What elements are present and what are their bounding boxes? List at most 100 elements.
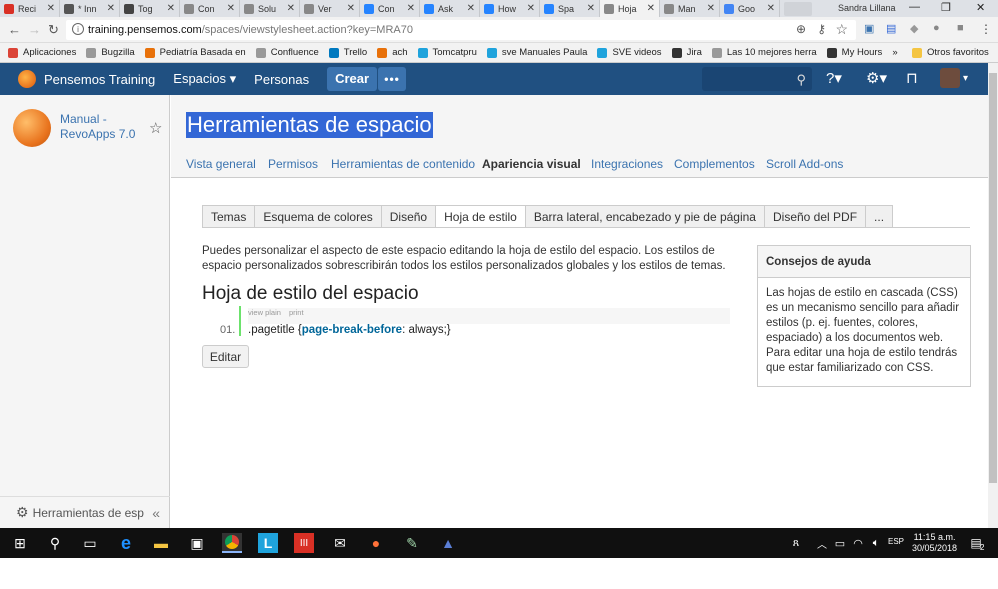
search-input[interactable]: ⚲ <box>702 67 812 91</box>
browser-tab[interactable]: Hoja ✕ <box>600 0 660 17</box>
page-scrollbar[interactable] <box>988 63 998 528</box>
chrome-icon[interactable] <box>222 533 242 553</box>
extension-icon[interactable]: ▤ <box>886 22 896 35</box>
browser-tab[interactable]: Solu ✕ <box>240 0 300 17</box>
bookmark-item[interactable]: Jira <box>671 47 702 58</box>
print-link[interactable]: print <box>289 308 304 317</box>
browser-tab[interactable]: Ask ✕ <box>420 0 480 17</box>
bookmarks-more[interactable]: » <box>892 47 897 58</box>
info-icon[interactable]: i <box>72 23 84 35</box>
nav-espacios[interactable]: Espacios ▾ <box>173 71 236 87</box>
bookmark-item[interactable]: Pediatría Basada en <box>144 47 246 58</box>
store-icon[interactable]: ▣ <box>187 533 207 553</box>
scrollbar-thumb[interactable] <box>989 73 997 483</box>
extension-icon[interactable]: ■ <box>957 22 964 34</box>
clock[interactable]: 11:15 a.m. 30/05/2018 <box>912 532 957 554</box>
file-explorer-icon[interactable]: ▬ <box>151 533 171 553</box>
extension-icon[interactable]: ● <box>933 22 940 34</box>
subnav-item[interactable]: Scroll Add-ons <box>766 157 843 171</box>
forward-icon[interactable]: → <box>28 22 41 37</box>
close-tab-icon[interactable]: ✕ <box>587 3 595 14</box>
close-tab-icon[interactable]: ✕ <box>47 3 55 14</box>
language-indicator[interactable]: ESP <box>888 537 904 546</box>
nav-personas[interactable]: Personas <box>254 72 309 87</box>
bookmark-item[interactable]: Tomcatpru <box>417 47 477 58</box>
subnav-item[interactable]: Herramientas de contenido <box>331 157 475 171</box>
bookmark-item[interactable]: Las 10 mejores herra <box>711 47 817 58</box>
subnav-item[interactable]: Complementos <box>674 157 755 171</box>
browser-tab[interactable]: Goo ✕ <box>720 0 780 17</box>
bookmark-item[interactable]: sve Manuales Paula <box>486 47 587 58</box>
space-name-link[interactable]: Manual - RevoApps 7.0 <box>60 112 140 142</box>
bookmark-item[interactable]: Trello <box>328 47 367 58</box>
browser-tab[interactable]: How ✕ <box>480 0 540 17</box>
close-tab-icon[interactable]: ✕ <box>107 3 115 14</box>
battery-icon[interactable]: ▭ <box>830 533 850 553</box>
gear-icon[interactable]: ⚙▾ <box>866 69 887 87</box>
close-tab-icon[interactable]: ✕ <box>527 3 535 14</box>
new-tab-button[interactable] <box>784 2 812 16</box>
browser-tab[interactable]: Tog ✕ <box>120 0 180 17</box>
browser-tab[interactable]: Ver ✕ <box>300 0 360 17</box>
browser-user-name[interactable]: Sandra Lillana <box>838 3 896 13</box>
app-red-icon[interactable]: III <box>294 533 314 553</box>
bookmark-item[interactable]: Bugzilla <box>86 47 135 58</box>
browser-tab[interactable]: Spa ✕ <box>540 0 600 17</box>
minimize-icon[interactable]: — <box>909 1 920 13</box>
back-icon[interactable]: ← <box>8 22 21 37</box>
zoom-icon[interactable]: ⊕ <box>796 22 806 36</box>
extension-icon[interactable]: ▣ <box>864 22 874 35</box>
pensemos-logo-icon[interactable] <box>18 70 36 88</box>
browser-tab[interactable]: * Inn ✕ <box>60 0 120 17</box>
tray-chevron-icon[interactable]: ︿ <box>812 533 832 553</box>
more-create-button[interactable]: ••• <box>378 67 407 91</box>
close-tab-icon[interactable]: ✕ <box>347 3 355 14</box>
close-tab-icon[interactable]: ✕ <box>647 3 655 14</box>
chevron-down-icon[interactable]: ▾ <box>963 73 968 84</box>
restore-icon[interactable]: ❐ <box>941 1 951 14</box>
close-tab-icon[interactable]: ✕ <box>167 3 175 14</box>
bookmark-item[interactable]: Confluence <box>255 47 319 58</box>
browser-tab[interactable]: Reci ✕ <box>0 0 60 17</box>
task-view-icon[interactable]: ▭ <box>80 533 100 553</box>
appearance-tab[interactable]: Esquema de colores <box>254 205 382 228</box>
notifications-tray-icon[interactable]: ⊓ <box>906 69 918 87</box>
edge-icon[interactable]: e <box>116 533 136 553</box>
other-bookmarks[interactable]: Otros favoritos <box>912 47 989 58</box>
avatar[interactable] <box>940 68 960 88</box>
brand-link[interactable]: Pensemos Training <box>44 72 155 87</box>
appearance-tab[interactable]: Diseño del PDF <box>763 205 867 228</box>
space-logo-icon[interactable] <box>13 109 51 147</box>
close-tab-icon[interactable]: ✕ <box>767 3 775 14</box>
browser-tab[interactable]: Con ✕ <box>180 0 240 17</box>
windows-start-icon[interactable]: ⊞ <box>10 533 30 553</box>
menu-kebab-icon[interactable]: ⋮ <box>980 22 992 36</box>
firefox-icon[interactable]: ● <box>366 533 386 553</box>
browser-tab[interactable]: Con ✕ <box>360 0 420 17</box>
close-window-icon[interactable]: ✕ <box>976 1 985 14</box>
url-bar[interactable]: i training.pensemos.com/spaces/viewstyle… <box>66 20 856 40</box>
close-tab-icon[interactable]: ✕ <box>407 3 415 14</box>
search-icon[interactable]: ⚲ <box>45 533 65 553</box>
collapse-sidebar-icon[interactable]: « <box>152 505 160 521</box>
subnav-item[interactable]: Integraciones <box>591 157 663 171</box>
appearance-tab[interactable]: Temas <box>202 205 256 228</box>
mail-icon[interactable]: ✉ <box>330 533 350 553</box>
subnav-item[interactable]: Vista general <box>186 157 256 171</box>
subnav-item[interactable]: Permisos <box>268 157 318 171</box>
space-tools-button[interactable]: ⚙ Herramientas de esp « <box>0 496 170 528</box>
subnav-item[interactable]: Apariencia visual <box>482 157 581 171</box>
bookmark-item[interactable]: SVE videos <box>597 47 662 58</box>
close-tab-icon[interactable]: ✕ <box>707 3 715 14</box>
appearance-tab[interactable]: Barra lateral, encabezado y pie de págin… <box>524 205 765 228</box>
edit-button[interactable]: Editar <box>202 345 249 368</box>
bookmark-item[interactable]: Aplicaciones <box>8 47 76 58</box>
wifi-icon[interactable]: ◠ <box>848 533 868 553</box>
view-plain-link[interactable]: view plain <box>248 308 281 317</box>
close-tab-icon[interactable]: ✕ <box>467 3 475 14</box>
bookmark-item[interactable]: ach <box>377 47 408 58</box>
volume-icon[interactable]: 🔈︎ <box>866 533 886 553</box>
app-l-icon[interactable]: L <box>258 533 278 553</box>
bookmark-star-icon[interactable]: ☆ <box>835 21 848 38</box>
appearance-tab[interactable]: Diseño <box>380 205 437 228</box>
